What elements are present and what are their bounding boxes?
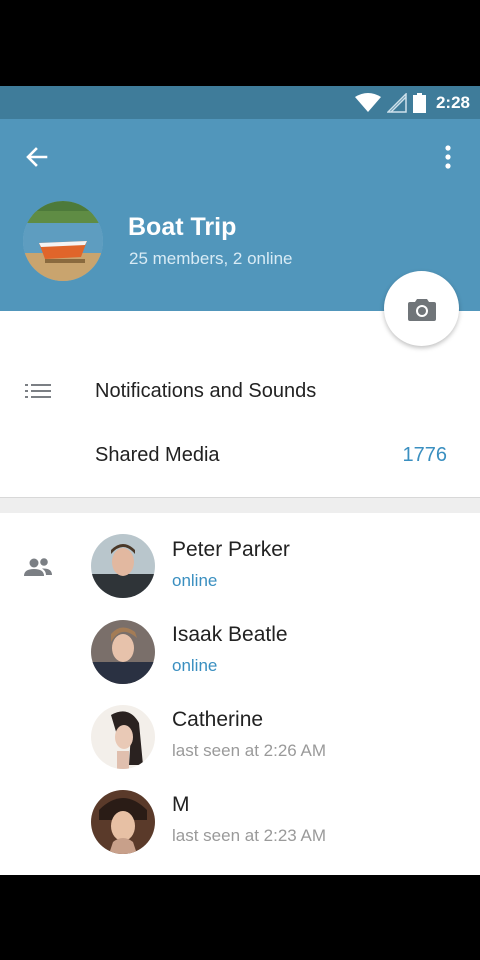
member-photo — [91, 790, 155, 854]
member-avatar — [91, 705, 155, 769]
members-panel: Peter Parker online Isaak Beatle online … — [0, 513, 480, 875]
boat-photo — [23, 201, 103, 281]
member-photo — [91, 620, 155, 684]
notifications-sounds-item[interactable]: Notifications and Sounds — [95, 380, 316, 403]
member-status: online — [172, 656, 218, 675]
screen-bottom-letterbox — [0, 875, 480, 960]
member-avatar — [91, 534, 155, 598]
battery-icon — [412, 92, 426, 113]
status-bar: 2:28 — [0, 86, 480, 119]
member-row[interactable]: M last seen at 2:23 AM — [0, 789, 480, 874]
member-status: last seen at 2:23 AM — [172, 826, 327, 845]
more-options-button[interactable] — [436, 142, 460, 172]
status-time: 2:28 — [435, 92, 470, 112]
member-name: Peter Parker — [172, 538, 290, 561]
member-name: Catherine — [172, 708, 264, 731]
group-name: Boat Trip — [128, 213, 237, 241]
more-vertical-icon — [445, 145, 451, 169]
member-row[interactable]: Peter Parker online — [0, 534, 480, 619]
shared-media-item[interactable]: Shared Media — [95, 444, 220, 467]
set-photo-button[interactable] — [384, 271, 459, 346]
group-member-count: 25 members, 2 online — [129, 249, 293, 268]
group-avatar[interactable] — [23, 201, 103, 281]
back-button[interactable] — [22, 142, 52, 172]
member-status: online — [172, 571, 218, 590]
member-photo — [91, 534, 155, 598]
member-row[interactable]: Isaak Beatle online — [0, 619, 480, 704]
member-avatar — [91, 790, 155, 854]
member-name: Isaak Beatle — [172, 623, 288, 646]
member-row[interactable]: Catherine last seen at 2:26 AM — [0, 704, 480, 789]
camera-icon — [407, 298, 436, 321]
section-divider — [0, 497, 480, 513]
cell-signal-icon — [386, 92, 407, 113]
list-icon — [25, 384, 51, 398]
screen-top-letterbox — [0, 0, 480, 86]
notifications-row-icon — [24, 377, 52, 405]
member-name: M — [172, 793, 190, 816]
member-status: last seen at 2:26 AM — [172, 741, 327, 760]
wifi-icon — [354, 92, 381, 112]
member-avatar — [91, 620, 155, 684]
arrow-left-icon — [26, 147, 48, 167]
member-photo — [91, 705, 155, 769]
shared-media-count: 1776 — [402, 444, 448, 466]
